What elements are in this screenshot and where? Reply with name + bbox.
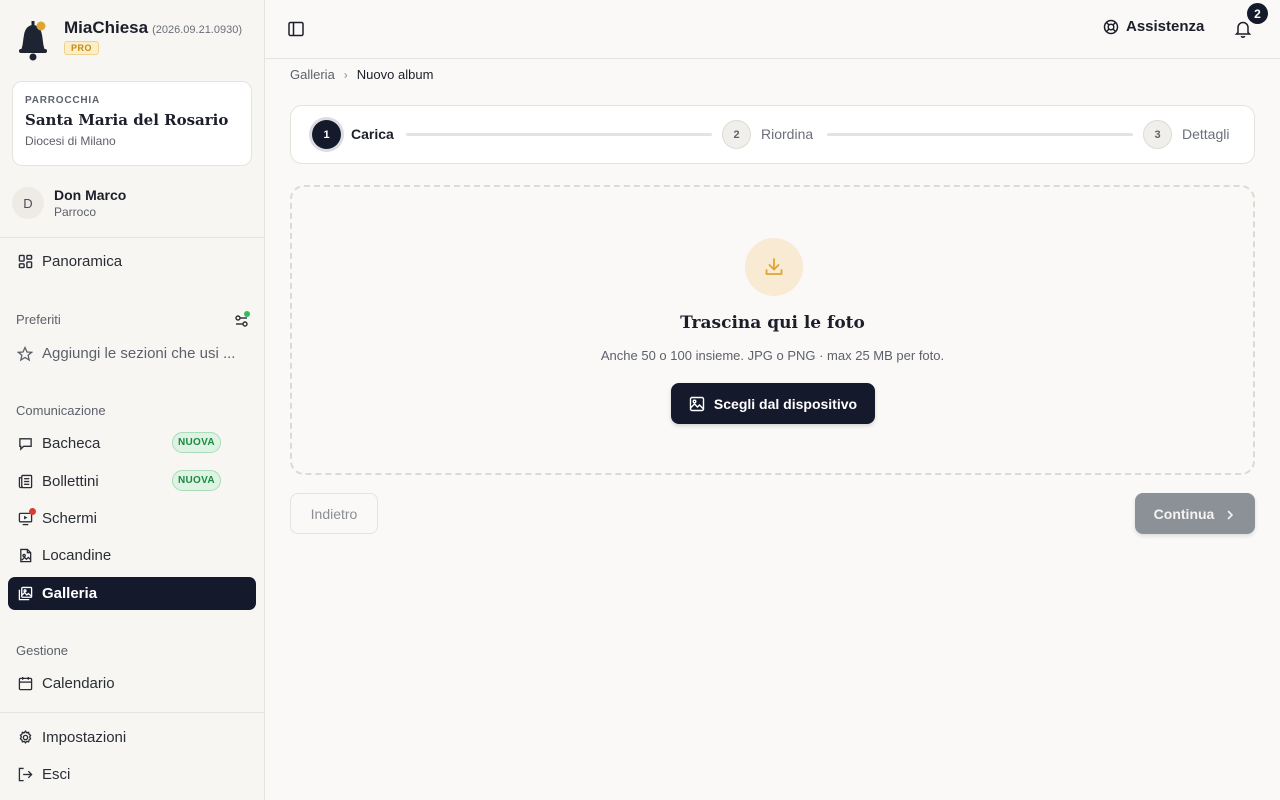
newspaper-icon xyxy=(17,474,33,490)
notifications-count-badge: 2 xyxy=(1247,3,1268,24)
message-icon xyxy=(17,436,33,452)
step-2-number: 2 xyxy=(722,120,751,149)
lifebuoy-icon xyxy=(1103,19,1119,35)
parish-diocese: Diocesi di Milano xyxy=(25,134,116,148)
sidebar-item-label: Schermi xyxy=(42,510,98,527)
image-icon xyxy=(689,396,705,412)
breadcrumb: Galleria › Nuovo album xyxy=(290,67,433,82)
step-2-label: Riordina xyxy=(761,126,814,142)
sidebar-toggle-icon[interactable] xyxy=(287,20,305,38)
user-name: Don Marco xyxy=(54,187,127,203)
file-image-icon xyxy=(17,548,33,564)
star-icon xyxy=(17,345,33,362)
continue-label: Continua xyxy=(1153,505,1215,522)
grid-icon xyxy=(17,254,33,270)
sidebar-item-label: Panoramica xyxy=(42,253,123,270)
step-connector xyxy=(406,133,712,136)
step-1-label: Carica xyxy=(351,126,394,142)
breadcrumb-separator: › xyxy=(343,67,348,82)
sidebar-item-label: Galleria xyxy=(42,585,98,602)
sidebar-item-calendario[interactable]: Calendario xyxy=(8,667,256,700)
help-button[interactable]: Assistenza xyxy=(1103,18,1204,35)
communication-title: Comunicazione xyxy=(16,403,106,418)
sidebar-item-label: Bollettini xyxy=(42,473,99,490)
new-badge: NUOVA xyxy=(172,432,221,453)
sidebar-item-esci[interactable]: Esci xyxy=(8,758,256,791)
favorites-title: Preferiti xyxy=(16,312,61,327)
parish-label: PARROCCHIA xyxy=(25,95,101,106)
step-3-number: 3 xyxy=(1143,120,1172,149)
sidebar-item-label: Calendario xyxy=(42,675,115,692)
user-role: Parroco xyxy=(54,205,97,219)
notifications-bell-icon[interactable] xyxy=(1233,19,1253,39)
management-title: Gestione xyxy=(16,643,69,658)
sidebar-item-locandine[interactable]: Locandine xyxy=(8,539,256,572)
gear-icon xyxy=(17,730,33,746)
sidebar-divider xyxy=(0,237,265,238)
new-badge: NUOVA xyxy=(172,470,221,491)
bell-logo-icon xyxy=(16,18,50,62)
sidebar-item-bacheca[interactable]: Bacheca NUOVA xyxy=(8,427,256,460)
parish-name: Santa Maria del Rosario xyxy=(25,111,229,129)
dropzone-subtitle: Anche 50 o 100 insieme. JPG o PNG · max … xyxy=(600,348,945,363)
choose-button-label: Scegli dal dispositivo xyxy=(713,395,858,412)
favorites-hint-text: Aggiungi le sezioni che usi ... xyxy=(42,345,236,362)
continue-button[interactable]: Continua xyxy=(1135,493,1255,534)
favorites-hint[interactable]: Aggiungi le sezioni che usi ... xyxy=(8,337,256,370)
photo-dropzone[interactable]: Trascina qui le foto Anche 50 o 100 insi… xyxy=(290,185,1255,475)
breadcrumb-galleria[interactable]: Galleria xyxy=(290,67,335,82)
sidebar-item-bollettini[interactable]: Bollettini NUOVA xyxy=(8,465,256,498)
sidebar-item-galleria[interactable]: Galleria xyxy=(8,577,256,610)
topbar: Assistenza 2 xyxy=(265,0,1280,59)
dropzone-title: Trascina qui le foto xyxy=(680,313,865,333)
avatar: D xyxy=(12,187,44,219)
upload-stepper: 1 Carica 2 Riordina 3 Dettagli xyxy=(290,105,1255,164)
brand[interactable]: MiaChiesa (2026.09.21.0930) PRO xyxy=(16,18,242,62)
step-connector xyxy=(827,133,1133,136)
choose-from-device-button[interactable]: Scegli dal dispositivo xyxy=(671,383,875,424)
sliders-icon[interactable] xyxy=(233,311,251,329)
sidebar: MiaChiesa (2026.09.21.0930) PRO PARROCCHI… xyxy=(0,0,265,800)
step-1-number: 1 xyxy=(312,120,341,149)
sidebar-item-label: Impostazioni xyxy=(42,729,127,746)
alert-dot xyxy=(29,507,36,515)
download-icon xyxy=(745,238,803,296)
breadcrumb-current: Nuovo album xyxy=(356,67,434,82)
brand-name: MiaChiesa xyxy=(64,18,149,37)
sidebar-item-panoramica[interactable]: Panoramica xyxy=(8,245,256,278)
images-icon xyxy=(17,586,33,602)
calendar-icon xyxy=(17,676,33,692)
logout-icon xyxy=(17,767,33,783)
brand-version: (2026.09.21.0930) xyxy=(152,24,243,36)
help-label: Assistenza xyxy=(1126,18,1205,35)
sidebar-item-label: Bacheca xyxy=(42,435,101,452)
monitor-icon xyxy=(17,507,36,527)
back-button[interactable]: Indietro xyxy=(290,493,378,534)
sidebar-divider xyxy=(0,712,265,713)
sidebar-item-label: Locandine xyxy=(42,547,112,564)
parish-card[interactable]: PARROCCHIA Santa Maria del Rosario Dioce… xyxy=(12,81,252,166)
chevron-right-icon xyxy=(1224,508,1236,520)
plan-badge: PRO xyxy=(64,41,100,55)
step-3-label: Dettagli xyxy=(1182,126,1230,142)
user-profile[interactable]: D Don Marco Parroco xyxy=(12,187,126,219)
sidebar-item-impostazioni[interactable]: Impostazioni xyxy=(8,721,256,754)
sidebar-item-label: Esci xyxy=(42,766,71,783)
sidebar-item-schermi[interactable]: Schermi xyxy=(8,502,256,535)
